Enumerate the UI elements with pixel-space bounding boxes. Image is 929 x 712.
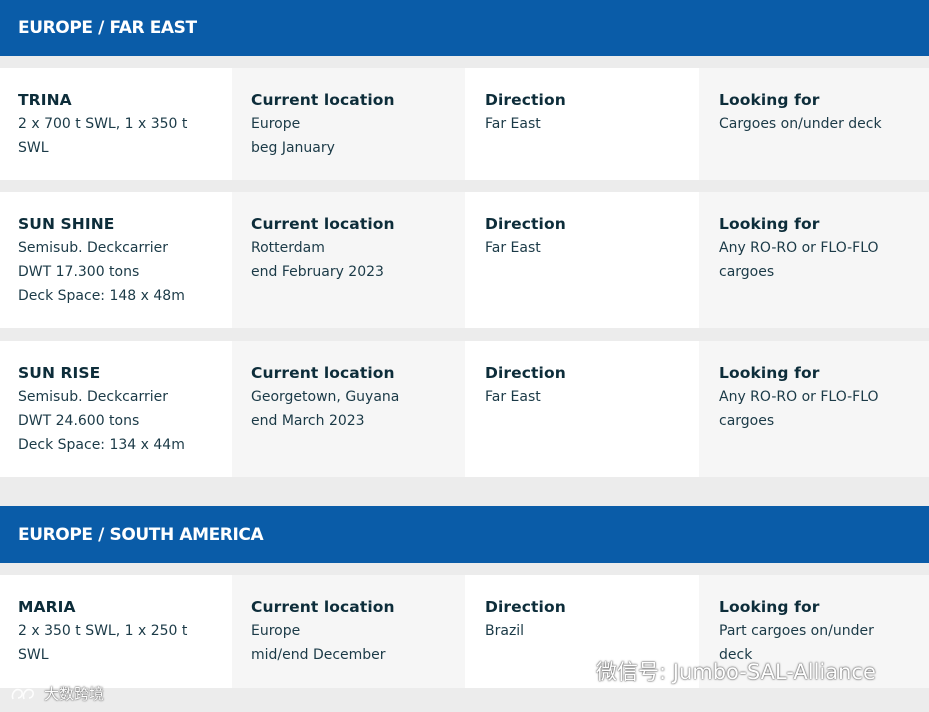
looking-for-value: Any RO-RO or FLO-FLO bbox=[719, 240, 879, 256]
location-date: beg January bbox=[251, 140, 335, 156]
wechat-icon bbox=[562, 660, 588, 681]
brand-watermark: 大数跨境 bbox=[10, 683, 104, 704]
looking-for-value: cargoes bbox=[719, 413, 775, 429]
section-title: EUROPE / SOUTH AMERICA bbox=[18, 524, 264, 545]
current-location-label: Current location bbox=[251, 598, 395, 616]
location-date: end March 2023 bbox=[251, 413, 365, 429]
vessel-info: MARIA 2 x 350 t SWL, 1 x 250 t SWL bbox=[0, 575, 232, 688]
vessel-card: SUN SHINE Semisub. Deckcarrier DWT 17.30… bbox=[0, 192, 929, 328]
looking-for-cell: Looking for Cargoes on/under deck bbox=[699, 68, 929, 180]
current-location-label: Current location bbox=[251, 215, 395, 233]
direction-label: Direction bbox=[485, 598, 566, 616]
location-value: Georgetown, Guyana bbox=[251, 389, 400, 405]
direction-cell: Direction Far East bbox=[465, 341, 699, 477]
section-header-europe-far-east: EUROPE / FAR EAST bbox=[0, 0, 929, 56]
vessel-name: SUN SHINE bbox=[18, 215, 115, 233]
vessel-info: SUN RISE Semisub. Deckcarrier DWT 24.600… bbox=[0, 341, 232, 477]
vessel-spec: 2 x 700 t SWL, 1 x 350 t bbox=[18, 116, 188, 132]
looking-for-cell: Looking for Any RO-RO or FLO-FLO cargoes bbox=[699, 341, 929, 477]
direction-value: Far East bbox=[485, 116, 541, 132]
direction-value: Brazil bbox=[485, 623, 525, 639]
location-date: end February 2023 bbox=[251, 264, 384, 280]
direction-value: Far East bbox=[485, 240, 541, 256]
direction-label: Direction bbox=[485, 364, 566, 382]
vessel-spec: DWT 24.600 tons bbox=[18, 413, 140, 429]
direction-cell: Direction Far East bbox=[465, 192, 699, 328]
location-date: mid/end December bbox=[251, 647, 386, 663]
current-location-cell: Current location Rotterdam end February … bbox=[232, 192, 465, 328]
direction-label: Direction bbox=[485, 91, 566, 109]
current-location-cell: Current location Europe beg January bbox=[232, 68, 465, 180]
current-location-cell: Current location Georgetown, Guyana end … bbox=[232, 341, 465, 477]
brand-logo-icon bbox=[11, 688, 34, 699]
brand-text: 大数跨境 bbox=[44, 685, 105, 703]
vessel-name: MARIA bbox=[18, 598, 76, 616]
looking-for-label: Looking for bbox=[719, 215, 820, 233]
location-value: Rotterdam bbox=[251, 240, 325, 256]
vessel-name: SUN RISE bbox=[18, 364, 101, 382]
direction-label: Direction bbox=[485, 215, 566, 233]
vessel-spec: SWL bbox=[18, 140, 49, 156]
location-value: Europe bbox=[251, 116, 301, 132]
looking-for-label: Looking for bbox=[719, 364, 820, 382]
vessel-spec: SWL bbox=[18, 647, 49, 663]
wechat-id-text: 微信号: Jumbo-SAL-Alliance bbox=[596, 660, 876, 684]
current-location-cell: Current location Europe mid/end December bbox=[232, 575, 465, 688]
current-location-label: Current location bbox=[251, 91, 395, 109]
vessel-spec: 2 x 350 t SWL, 1 x 250 t bbox=[18, 623, 188, 639]
direction-cell: Direction Far East bbox=[465, 68, 699, 180]
vessel-spec: Semisub. Deckcarrier bbox=[18, 389, 168, 405]
vessel-spec: Deck Space: 148 x 48m bbox=[18, 288, 185, 304]
looking-for-cell: Looking for Any RO-RO or FLO-FLO cargoes bbox=[699, 192, 929, 328]
looking-for-label: Looking for bbox=[719, 91, 820, 109]
section-header-europe-south-america: EUROPE / SOUTH AMERICA bbox=[0, 506, 929, 563]
current-location-label: Current location bbox=[251, 364, 395, 382]
looking-for-value: Cargoes on/under deck bbox=[719, 116, 882, 132]
vessel-card: TRINA 2 x 700 t SWL, 1 x 350 t SWL Curre… bbox=[0, 68, 929, 180]
section-title: EUROPE / FAR EAST bbox=[18, 18, 197, 38]
looking-for-value: cargoes bbox=[719, 264, 775, 280]
looking-for-label: Looking for bbox=[719, 598, 820, 616]
vessel-spec: Deck Space: 134 x 44m bbox=[18, 437, 185, 453]
vessel-info: TRINA 2 x 700 t SWL, 1 x 350 t SWL bbox=[0, 68, 232, 180]
vessel-info: SUN SHINE Semisub. Deckcarrier DWT 17.30… bbox=[0, 192, 232, 328]
vessel-spec: Semisub. Deckcarrier bbox=[18, 240, 168, 256]
direction-value: Far East bbox=[485, 389, 541, 405]
looking-for-value: Any RO-RO or FLO-FLO bbox=[719, 389, 879, 405]
vessel-name: TRINA bbox=[18, 91, 72, 109]
location-value: Europe bbox=[251, 623, 301, 639]
wechat-watermark: 微信号: Jumbo-SAL-Alliance bbox=[562, 656, 876, 686]
vessel-spec: DWT 17.300 tons bbox=[18, 264, 140, 280]
vessel-card: SUN RISE Semisub. Deckcarrier DWT 24.600… bbox=[0, 341, 929, 477]
